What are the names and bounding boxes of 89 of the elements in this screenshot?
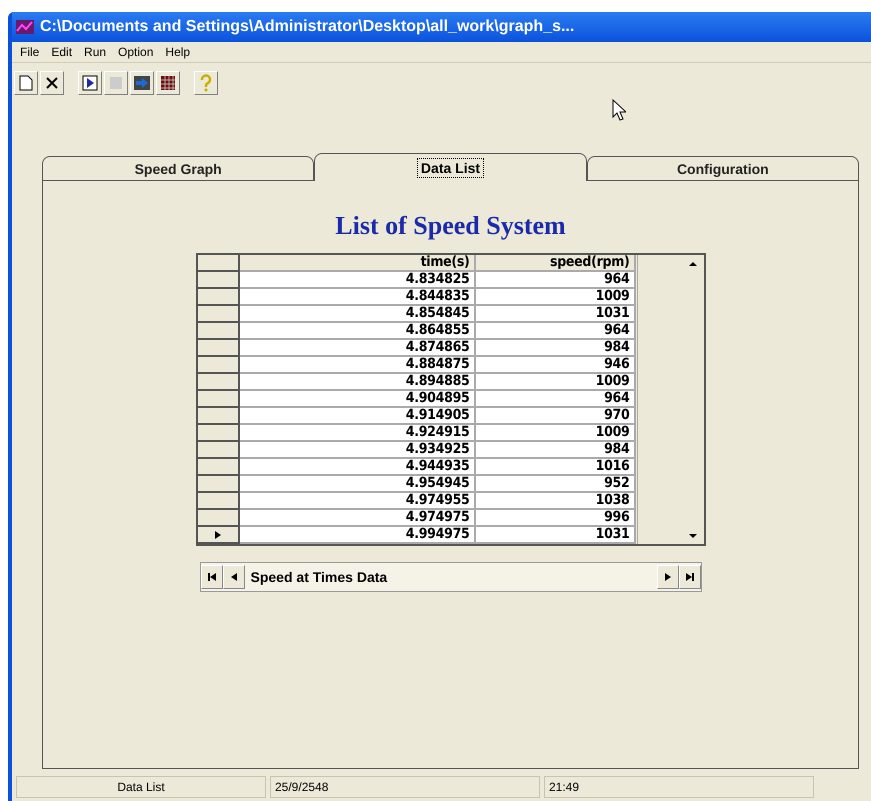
toolbar-button[interactable]	[156, 71, 180, 95]
table-cell: 1031	[476, 527, 636, 544]
toolbar-button[interactable]	[14, 71, 38, 95]
previous-record-button[interactable]	[222, 565, 244, 589]
close-icon	[45, 76, 59, 90]
table-cell: 4.974975	[240, 510, 476, 527]
stop-icon	[108, 75, 124, 91]
new-document-icon	[19, 75, 33, 91]
table-cell: 1038	[476, 493, 636, 510]
status-field: Data List	[16, 776, 266, 798]
table-cell: 952	[476, 476, 636, 493]
row-indicator[interactable]	[198, 510, 240, 527]
mouse-pointer-icon	[612, 99, 626, 121]
window-title: C:\Documents and Settings\Administrator\Desktop\all_work\graph_s...	[40, 18, 576, 36]
table-cell: 964	[476, 272, 636, 289]
table-cell: 1009	[476, 425, 636, 442]
table-cell: 964	[476, 323, 636, 340]
table-cell: 946	[476, 357, 636, 374]
caret-down-icon	[688, 532, 696, 540]
table-cell: 1009	[476, 374, 636, 391]
table-cell: 984	[476, 442, 636, 459]
first-record-button[interactable]	[200, 565, 222, 589]
table-cell: 4.934925	[240, 442, 476, 459]
grid-icon	[160, 75, 176, 91]
last-icon	[686, 573, 694, 581]
row-indicator[interactable]	[198, 306, 240, 323]
caret-left-icon	[230, 573, 238, 581]
table-cell: 4.924915	[240, 425, 476, 442]
first-icon	[208, 573, 216, 581]
row-indicator[interactable]	[198, 493, 240, 510]
caret-up-icon	[688, 260, 696, 268]
table-cell: 4.834825	[240, 272, 476, 289]
table-cell: 1031	[476, 306, 636, 323]
row-indicator[interactable]	[198, 476, 240, 493]
column-header[interactable]: speed(rpm)	[476, 255, 636, 272]
menu-item[interactable]: Option	[118, 45, 154, 59]
row-indicator[interactable]	[198, 289, 240, 306]
menu-item[interactable]: Help	[165, 45, 190, 59]
row-indicator[interactable]	[198, 527, 240, 544]
navigator-caption: Speed at Times Data	[250, 569, 388, 585]
row-indicator[interactable]	[198, 425, 240, 442]
table-cell: 4.904895	[240, 391, 476, 408]
status-field: 25/9/2548	[270, 776, 540, 798]
column-header[interactable]: time(s)	[240, 255, 476, 272]
row-indicator[interactable]	[198, 340, 240, 357]
table-cell: 4.914905	[240, 408, 476, 425]
table-cell: 4.874865	[240, 340, 476, 357]
toolbar-button[interactable]	[78, 71, 102, 95]
table-cell: 1016	[476, 459, 636, 476]
next-record-button[interactable]	[656, 565, 678, 589]
question-mark-icon	[200, 74, 212, 92]
caret-right-icon	[664, 573, 672, 581]
table-cell: 4.994975	[240, 527, 476, 544]
table-cell: 4.844835	[240, 289, 476, 306]
table-cell: 4.864855	[240, 323, 476, 340]
table-cell: 984	[476, 340, 636, 357]
status-field: 21:49	[544, 776, 814, 798]
list-heading: List of Speed System	[335, 211, 566, 241]
table-cell: 4.944935	[240, 459, 476, 476]
menu-item[interactable]: Run	[84, 45, 106, 59]
table-cell: 4.894885	[240, 374, 476, 391]
toolbar-button[interactable]	[130, 71, 154, 95]
row-indicator[interactable]	[198, 391, 240, 408]
table-cell: 964	[476, 391, 636, 408]
menu-item[interactable]: File	[20, 45, 40, 59]
table-cell: 970	[476, 408, 636, 425]
tab[interactable]: Configuration	[586, 156, 859, 181]
tab[interactable]: Data List	[314, 153, 587, 181]
row-indicator[interactable]	[198, 408, 240, 425]
menu-item[interactable]: Edit	[51, 45, 72, 59]
play-icon	[82, 75, 98, 91]
tab[interactable]: Speed Graph	[42, 156, 314, 181]
row-indicator[interactable]	[198, 357, 240, 374]
row-indicator[interactable]	[198, 323, 240, 340]
current-row-icon	[214, 530, 222, 538]
table-cell: 4.884875	[240, 357, 476, 374]
toolbar-button[interactable]	[40, 71, 64, 95]
table-cell: 4.854845	[240, 306, 476, 323]
table-cell: 1009	[476, 289, 636, 306]
app-icon	[16, 20, 34, 34]
last-record-button[interactable]	[678, 565, 700, 589]
row-indicator[interactable]	[198, 459, 240, 476]
table-cell: 996	[476, 510, 636, 527]
row-indicator[interactable]	[198, 272, 240, 289]
table-cell: 4.954945	[240, 476, 476, 493]
table-cell: 4.974955	[240, 493, 476, 510]
row-indicator[interactable]	[198, 374, 240, 391]
row-indicator[interactable]	[198, 442, 240, 459]
arrow-icon	[133, 75, 151, 91]
